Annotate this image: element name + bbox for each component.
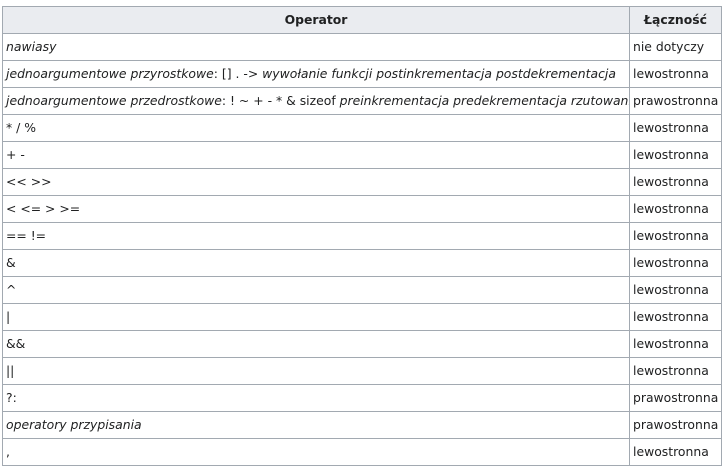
table-row: && lewostronna [2,330,722,358]
operator-description: preinkrementacja predekrementacja rzutow… [339,93,630,108]
associativity-cell: lewostronna [629,249,722,277]
associativity-cell: prawostronna [629,411,722,439]
operator-symbols: * / % [6,120,37,135]
operator-cell: * / % [2,114,630,142]
table-row: nawiasy nie dotyczy [2,33,722,61]
associativity-cell: lewostronna [629,357,722,385]
associativity-cell: lewostronna [629,222,722,250]
table-body: nawiasy nie dotyczy jednoargumentowe przyr… [2,33,722,466]
table-row: & lewostronna [2,249,722,277]
operator-symbols: << >> [6,174,52,189]
table-row: < <= > >= lewostronna [2,195,722,223]
associativity-cell: lewostronna [629,438,722,466]
associativity-cell: nie dotyczy [629,33,722,61]
operator-symbols: < <= > >= [6,201,81,216]
operator-cell: ^ [2,276,630,304]
table-row: | lewostronna [2,303,722,331]
operator-cell: , [2,438,630,466]
operator-symbols: == != [6,228,47,243]
operator-symbols: , [6,444,10,459]
operator-description: nawiasy [6,39,57,54]
table-row: , lewostronna [2,438,722,466]
table-row: jednoargumentowe przyrostkowe: [] . -> w… [2,60,722,88]
operator-cell: || [2,357,630,385]
operator-cell: && [2,330,630,358]
table-row: * / % lewostronna [2,114,722,142]
operator-symbols: : [] . -> [213,66,263,81]
operator-cell: < <= > >= [2,195,630,223]
operator-symbols: ?: [6,390,17,405]
associativity-cell: prawostronna [629,87,722,115]
table-row: operatory przypisania prawostronna [2,411,722,439]
operator-cell: + - [2,141,630,169]
table-row: + - lewostronna [2,141,722,169]
associativity-cell: lewostronna [629,195,722,223]
operator-symbols: || [6,363,15,378]
table-row: ?: prawostronna [2,384,722,412]
operator-cell: << >> [2,168,630,196]
operator-cell: | [2,303,630,331]
operator-description: jednoargumentowe przyrostkowe [6,66,214,81]
operator-description: wywołanie funkcji postinkrementacja post… [262,66,616,81]
operator-cell: jednoargumentowe przedrostkowe: ! ~ + - … [2,87,630,115]
operator-cell: nawiasy [2,33,630,61]
table-row: || lewostronna [2,357,722,385]
operator-cell: & [2,249,630,277]
associativity-cell: prawostronna [629,384,722,412]
associativity-cell: lewostronna [629,60,722,88]
operator-symbols: + - [6,147,25,162]
operator-symbols: : ! ~ + - * & sizeof [221,93,340,108]
operator-description: operatory przypisania [6,417,142,432]
associativity-cell: lewostronna [629,303,722,331]
column-header-operator: Operator [2,6,630,34]
operator-cell: ?: [2,384,630,412]
table-row: ^ lewostronna [2,276,722,304]
operator-symbols: | [6,309,11,324]
operator-symbols: && [6,336,26,351]
table-header-row: Operator Łączność [2,6,722,34]
associativity-cell: lewostronna [629,276,722,304]
associativity-cell: lewostronna [629,114,722,142]
operator-description: jednoargumentowe przedrostkowe [6,93,222,108]
operator-precedence-table: Operator Łączność nawiasy nie dotyczy jedn… [2,6,722,466]
associativity-cell: lewostronna [629,141,722,169]
operator-cell: == != [2,222,630,250]
table-row: == != lewostronna [2,222,722,250]
operator-cell: jednoargumentowe przyrostkowe: [] . -> w… [2,60,630,88]
table-row: << >> lewostronna [2,168,722,196]
operator-cell: operatory przypisania [2,411,630,439]
associativity-cell: lewostronna [629,330,722,358]
operator-symbols: ^ [6,282,17,297]
associativity-cell: lewostronna [629,168,722,196]
column-header-associativity: Łączność [629,6,722,34]
table-row: jednoargumentowe przedrostkowe: ! ~ + - … [2,87,722,115]
operator-symbols: & [6,255,16,270]
